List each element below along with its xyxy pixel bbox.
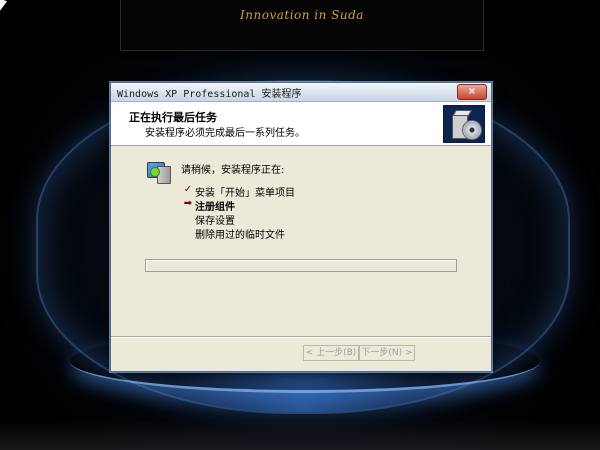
back-button[interactable]: < 上一步(B) bbox=[303, 345, 359, 361]
wizard-body: 请稍候，安装程序正在: ✓ 安装「开始」菜单项目 ➡ 注册组件 保存设置 删除用… bbox=[111, 146, 491, 336]
window-title: Windows XP Professional 安装程序 bbox=[117, 89, 302, 100]
step-item-delete-temp-files: 删除用过的临时文件 bbox=[195, 230, 285, 241]
banner-text: Innovation in Suda bbox=[240, 8, 364, 22]
arrow-right-icon: ➡ bbox=[183, 198, 193, 209]
window-titlebar[interactable]: Windows XP Professional 安装程序 × bbox=[111, 83, 491, 102]
computer-setup-icon bbox=[147, 158, 171, 184]
step-item-register-components: 注册组件 bbox=[195, 202, 235, 213]
header-subtitle: 安装程序必须完成最后一系列任务。 bbox=[145, 128, 305, 139]
setup-window: Windows XP Professional 安装程序 × 正在执行最后任务 … bbox=[110, 82, 492, 372]
wait-label: 请稍候，安装程序正在: bbox=[181, 165, 285, 176]
footer-divider bbox=[111, 336, 491, 338]
close-button[interactable]: × bbox=[457, 84, 487, 100]
checkmark-icon: ✓ bbox=[183, 184, 193, 195]
floor-glow-decoration bbox=[0, 420, 600, 450]
wizard-header: 正在执行最后任务 安装程序必须完成最后一系列任务。 bbox=[111, 102, 491, 146]
setup-box-disc-icon bbox=[443, 105, 485, 143]
mouse-cursor-icon bbox=[0, 0, 7, 14]
top-banner: Innovation in Suda bbox=[120, 0, 484, 51]
close-icon: × bbox=[467, 86, 477, 97]
desktop-background: Innovation in Suda Windows XP Profession… bbox=[0, 0, 600, 450]
step-item-save-settings: 保存设置 bbox=[195, 216, 235, 227]
progress-bar bbox=[145, 259, 457, 272]
next-button[interactable]: 下一步(N) > bbox=[359, 345, 415, 361]
header-title: 正在执行最后任务 bbox=[129, 111, 217, 124]
step-item-start-menu: 安装「开始」菜单项目 bbox=[195, 188, 295, 199]
